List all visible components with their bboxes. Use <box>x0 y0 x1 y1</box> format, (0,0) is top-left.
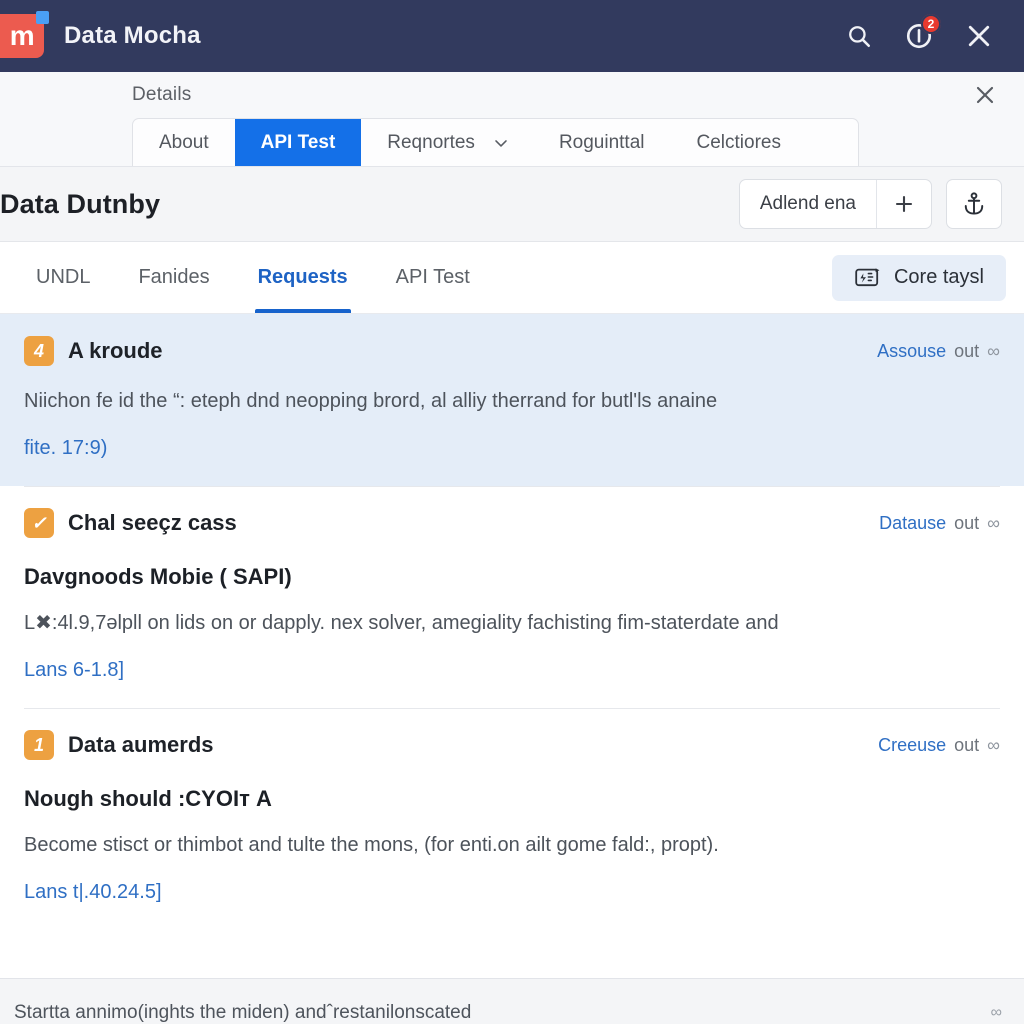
list-item[interactable]: 4 A kroude Assouse out ∞ Νiichon fe id t… <box>0 314 1024 486</box>
details-header-row: Details <box>0 72 1024 118</box>
list-item-action-secondary: out <box>954 340 980 361</box>
infinity-link-icon: ∞ <box>987 513 1000 533</box>
list-item-subtitle: Nough should :CYOIт A <box>24 786 272 811</box>
tab-about-label: About <box>159 131 209 153</box>
app-logo-letter: m <box>9 20 35 51</box>
list-item-reference[interactable]: Lans 6-1.8] <box>24 659 1000 682</box>
title-bar: m Data Mocha 2 <box>0 0 1024 72</box>
list-item-action-link[interactable]: Assouse out ∞ <box>877 341 1000 362</box>
list-item-badge: 1 <box>24 730 54 760</box>
subnav-item-undl-label: UNDL <box>36 266 91 288</box>
list-item-badge: 4 <box>24 336 54 366</box>
list-item-header: 1 Data aumerds Creeuse out ∞ <box>24 730 1000 760</box>
subnav-item-undl[interactable]: UNDL <box>12 242 114 313</box>
tab-api-test[interactable]: API Test <box>234 119 362 166</box>
tab-reqnortes-dropdown[interactable] <box>483 119 533 166</box>
sub-navigation: UNDL Fanides Requests API Test Core tays… <box>0 242 1024 314</box>
list-item-action-primary: Assouse <box>877 340 947 361</box>
list-item-header: 4 A kroude Assouse out ∞ <box>24 336 1000 366</box>
search-icon <box>849 26 870 47</box>
tab-reqnortes-label: Reqnortes <box>387 131 475 153</box>
infinity-link-icon[interactable]: ∞ <box>991 1004 1002 1024</box>
subnav-item-fanides[interactable]: Fanides <box>114 242 233 313</box>
add-new-button[interactable] <box>877 180 931 228</box>
list-item-action-primary: Datause <box>879 512 947 533</box>
infinity-link-icon: ∞ <box>987 341 1000 361</box>
list-item-header: ✓ Chal seeçz cass Datause out ∞ <box>24 508 1000 538</box>
tab-roguinttal-label: Roguinttal <box>558 131 645 153</box>
card-flash-icon <box>855 267 880 286</box>
subnav-item-requests[interactable]: Requests <box>234 242 372 313</box>
plus-icon <box>895 195 913 213</box>
list-item-title: A kroude <box>68 338 163 363</box>
page-title: Data Dutnby <box>0 188 161 219</box>
list-item-action-link[interactable]: Creeuse out ∞ <box>878 735 1000 756</box>
add-item-segmented-button: Adlend ena <box>738 179 932 229</box>
subnav-item-api-test[interactable]: API Test <box>372 242 494 313</box>
anchor-icon <box>964 192 984 215</box>
tab-celctiores-label: Celctiores <box>696 131 781 153</box>
window-close-button[interactable] <box>956 13 1002 59</box>
subnav-item-api-test-label: API Test <box>395 266 470 288</box>
anchor-button[interactable] <box>946 179 1002 229</box>
tab-about[interactable]: About <box>133 119 235 166</box>
tab-api-test-label: API Test <box>260 131 336 153</box>
details-tabstrip: About API Test Reqnortes Roguinttal Celc… <box>132 118 859 166</box>
chevron-down-icon <box>495 139 507 147</box>
infinity-link-icon: ∞ <box>987 735 1000 755</box>
list-item-title: Data aumerds <box>68 732 214 757</box>
list-item-body: L✖:4l.9,7əlpll on lids on or dapply. nex… <box>24 612 779 634</box>
list-item-badge: ✓ <box>24 508 54 538</box>
status-bar: Startta annimo(inghts the miden) andˆres… <box>0 978 1024 1024</box>
close-icon <box>976 86 994 104</box>
app-title: Data Mocha <box>64 22 201 49</box>
list-item-reference[interactable]: Lans t|.40.24.5] <box>24 881 1000 904</box>
details-label: Details <box>132 84 192 105</box>
list-item-action-secondary: out <box>954 734 980 755</box>
requests-list: 4 A kroude Assouse out ∞ Νiichon fe id t… <box>0 314 1024 978</box>
notification-badge: 2 <box>921 14 941 34</box>
add-item-button-label: Adlend ena <box>759 193 856 214</box>
subnav-item-requests-label: Requests <box>257 266 348 288</box>
list-item-badge-label: 1 <box>33 735 44 755</box>
tabstrip-wrapper: About API Test Reqnortes Roguinttal Celc… <box>0 118 1024 166</box>
app-window: m Data Mocha 2 Details About API Test Re… <box>0 0 1024 1024</box>
details-panel: Details About API Test Reqnortes Roguint… <box>0 72 1024 167</box>
list-item-body: Νiichon fe id the “: eteph dnd neopping … <box>24 390 718 412</box>
core-taysl-button-label: Core taysl <box>893 266 984 288</box>
list-item-badge-label: ✓ <box>31 513 47 533</box>
list-item-action-primary: Creeuse <box>878 734 947 755</box>
list-item-title: Chal seeçz cass <box>68 510 237 535</box>
details-close-button[interactable] <box>968 78 1002 112</box>
search-button[interactable] <box>836 13 882 59</box>
page-header: Data Dutnby Adlend ena <box>0 167 1024 242</box>
list-item-reference[interactable]: fite. 17:9) <box>24 437 1000 460</box>
tab-roguinttal[interactable]: Roguinttal <box>533 119 671 166</box>
list-item[interactable]: ✓ Chal seeçz cass Datause out ∞ Davgnood… <box>0 486 1024 708</box>
app-logo-accent-dot <box>36 11 49 24</box>
tab-reqnortes[interactable]: Reqnortes <box>361 119 483 166</box>
list-item[interactable]: 1 Data aumerds Creeuse out ∞ Nough shoul… <box>0 708 1024 930</box>
list-item-action-secondary: out <box>954 512 980 533</box>
list-item-action-link[interactable]: Datause out ∞ <box>879 513 1000 534</box>
tab-celctiores[interactable]: Celctiores <box>671 119 807 166</box>
status-bar-text: Startta annimo(inghts the miden) andˆres… <box>14 1002 472 1023</box>
list-item-body: Become stisct or thimbot and tulte the m… <box>24 834 719 856</box>
notifications-button[interactable]: 2 <box>896 13 942 59</box>
add-item-button[interactable]: Adlend ena <box>740 180 876 228</box>
list-item-badge-label: 4 <box>33 341 44 361</box>
close-icon <box>968 25 990 47</box>
subnav-item-fanides-label: Fanides <box>138 266 210 288</box>
list-item-subtitle: Davgnoods Mobie ( SAPI) <box>24 564 292 589</box>
app-logo: m <box>0 11 49 58</box>
core-taysl-button[interactable]: Core taysl <box>831 254 1006 301</box>
